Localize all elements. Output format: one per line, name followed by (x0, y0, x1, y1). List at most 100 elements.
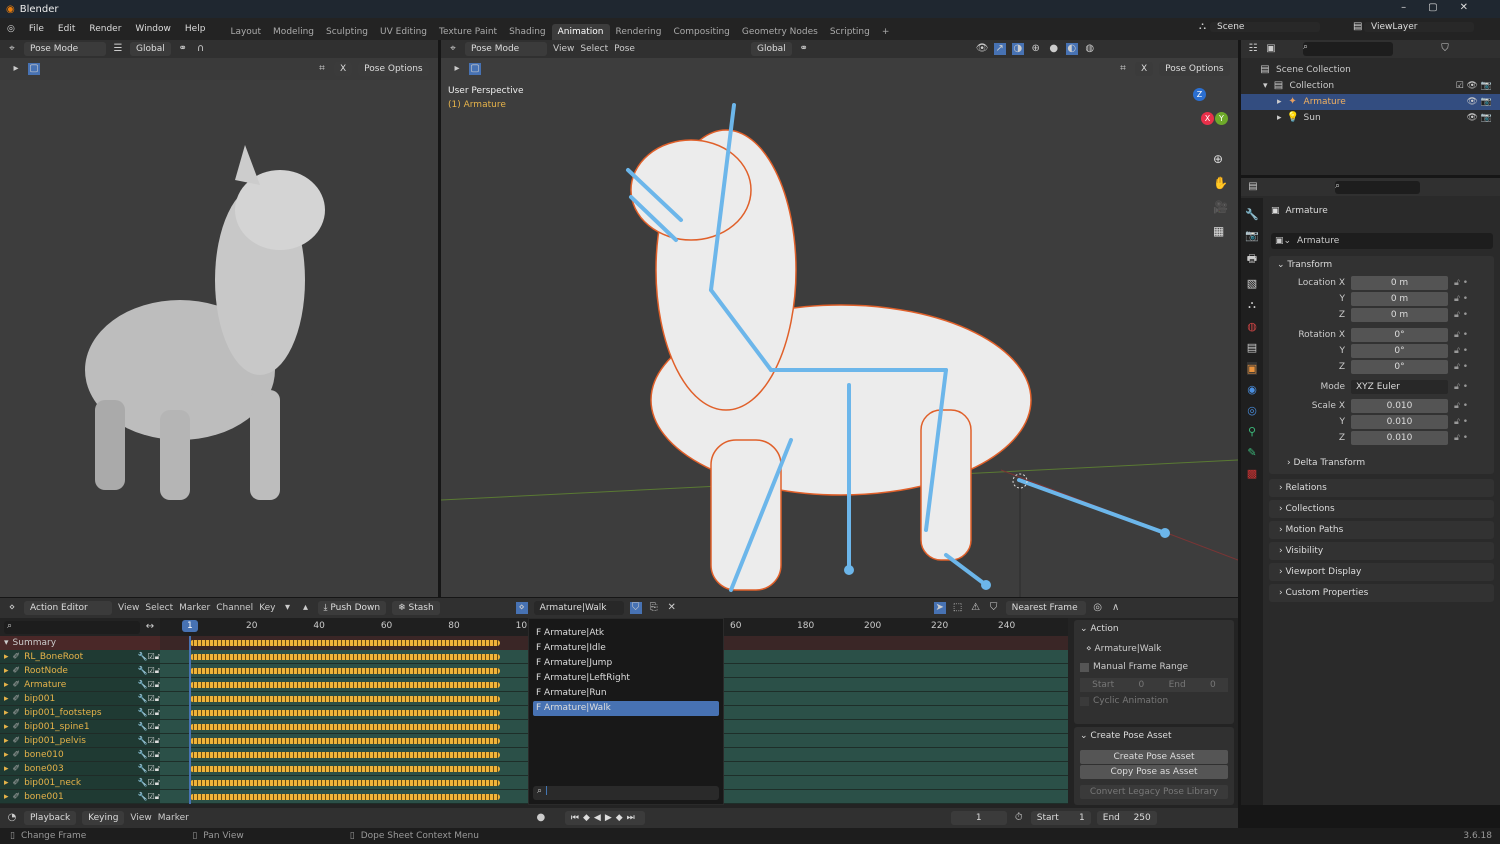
editor-type-icon[interactable]: ⋄ (6, 602, 18, 614)
channel-toggles[interactable]: 🔧☑🔓︎ (138, 722, 160, 732)
outliner-item-sun[interactable]: ▸ 💡 Sun 👁 📷 (1241, 110, 1500, 126)
gizmo-x-axis[interactable]: X (1201, 112, 1214, 125)
pin-icon[interactable]: ✐ (13, 778, 21, 788)
gizmo-icon[interactable]: ↗ (993, 43, 1006, 55)
channel-RootNode[interactable]: ▸ ✐ RootNode 🔧☑🔓︎ (0, 664, 160, 678)
editor-type-icon[interactable]: ⌖ (6, 43, 18, 55)
manual-frame-range-checkbox[interactable]: Manual Frame Range (1080, 662, 1228, 672)
orientation-dropdown[interactable]: Global (130, 42, 171, 56)
keyframe-strip[interactable] (190, 682, 501, 688)
section-relations[interactable]: › Relations (1269, 479, 1494, 497)
convert-legacy-pose-library-button[interactable]: Convert Legacy Pose Library (1080, 785, 1228, 799)
channel-toggles[interactable]: 🔧☑🔓︎ (138, 666, 160, 676)
filter-icon[interactable]: ⛉ (988, 602, 1000, 614)
menu-marker[interactable]: Marker (158, 813, 189, 823)
view-layer-tab-icon[interactable]: ▧ (1247, 277, 1257, 290)
lock-icon[interactable]: 🔓︎ • (1454, 310, 1468, 320)
blender-menu-icon[interactable]: ◎ (0, 24, 22, 34)
menu-render[interactable]: Render (82, 24, 128, 34)
lock-icon[interactable]: 🔓︎ • (1454, 382, 1468, 392)
transform-header[interactable]: ⌄ Transform (1269, 256, 1494, 274)
channel-bip001[interactable]: ▸ ✐ bip001 🔧☑🔓︎ (0, 692, 160, 706)
keyframe-strip[interactable] (190, 710, 501, 716)
lock-icon[interactable]: 🔓︎ • (1454, 401, 1468, 411)
menu-file[interactable]: File (22, 24, 51, 34)
menu-channel[interactable]: Channel (216, 603, 253, 613)
action-option[interactable]: F Armature|Idle (533, 641, 719, 656)
unlink-icon[interactable]: ✕ (666, 602, 678, 614)
keying-dropdown[interactable]: Keying (82, 811, 125, 825)
proportional-icon[interactable]: ◎ (1092, 602, 1104, 614)
tab-uv-editing[interactable]: UV Editing (374, 24, 433, 40)
record-icon[interactable]: ● (535, 812, 547, 824)
push-down-button[interactable]: ⤓ Push Down (317, 601, 387, 615)
create-pose-asset-header[interactable]: ⌄ Create Pose Asset (1080, 731, 1228, 741)
tool-tab-icon[interactable]: 🔧 (1245, 208, 1259, 221)
lock-icon[interactable]: 🔓︎ • (1454, 433, 1468, 443)
hamburger-icon[interactable]: ☰ (112, 43, 124, 55)
filter-view-icon[interactable]: ▣ (1265, 43, 1277, 55)
keyframe-strip[interactable] (190, 640, 501, 646)
select-mode-icon[interactable]: ▢ (469, 63, 481, 75)
outliner-item-collection[interactable]: ▾ ▤ Collection ☑ 👁 📷 (1241, 78, 1500, 94)
object-name-field[interactable]: ▣⌄ Armature (1271, 233, 1493, 249)
channel-toggles[interactable]: 🔧☑🔓︎ (138, 708, 160, 718)
action-search-input[interactable]: ⌕ | (533, 786, 719, 800)
channel-Armature[interactable]: ▸ ✐ Armature 🔧☑🔓︎ (0, 678, 160, 692)
menu-marker[interactable]: Marker (179, 603, 210, 613)
menu-pose[interactable]: Pose (614, 44, 635, 54)
collection-tab-icon[interactable]: ▤ (1247, 341, 1257, 354)
pin-icon[interactable]: ✐ (13, 652, 21, 662)
pose-options-dropdown[interactable]: Pose Options (358, 62, 429, 76)
section-viewport-display[interactable]: › Viewport Display (1269, 563, 1494, 581)
keyframe-strip[interactable] (190, 696, 501, 702)
keyframe-strip[interactable] (190, 752, 501, 758)
copy-pose-as-asset-button[interactable]: Copy Pose as Asset (1080, 765, 1228, 779)
viewlayer-selector[interactable]: ▤ ViewLayer (1346, 21, 1474, 33)
channel-search-input[interactable]: ⌕ (4, 620, 140, 634)
keyframe-strip[interactable] (190, 654, 501, 660)
outliner-item-armature[interactable]: ▸ ✦ Armature 👁 📷 (1241, 94, 1500, 110)
channel-bip001_spine1[interactable]: ▸ ✐ bip001_spine1 🔧☑🔓︎ (0, 720, 160, 734)
lock-icon[interactable]: 🔓︎ • (1454, 346, 1468, 356)
lock-icon[interactable]: 🔓︎ • (1454, 362, 1468, 372)
pivot-icon[interactable]: ⚭ (177, 43, 189, 55)
current-frame-field[interactable]: 1 (950, 811, 1007, 825)
lock-icon[interactable]: 🔓︎ • (1454, 330, 1468, 340)
channel-toggles[interactable]: 🔧☑🔓︎ (138, 736, 160, 746)
keyframe-strip[interactable] (190, 780, 501, 786)
tab-compositing[interactable]: Compositing (667, 24, 735, 40)
channel-toggles[interactable]: 🔧☑🔓︎ (138, 694, 160, 704)
pin-icon[interactable]: ✐ (13, 722, 21, 732)
bone-tab-icon[interactable]: ✎ (1247, 446, 1256, 459)
add-workspace-icon[interactable]: + (876, 24, 896, 40)
tab-geometry-nodes[interactable]: Geometry Nodes (736, 24, 824, 40)
errors-icon[interactable]: ⚠ (970, 602, 982, 614)
menu-help[interactable]: Help (178, 24, 213, 34)
gizmo-y-axis[interactable]: Y (1215, 112, 1228, 125)
action-option[interactable]: F Armature|Walk (533, 701, 719, 716)
mode-dropdown[interactable]: Pose Mode (24, 42, 106, 56)
menu-select[interactable]: Select (580, 44, 608, 54)
channel-bip001_pelvis[interactable]: ▸ ✐ bip001_pelvis 🔧☑🔓︎ (0, 734, 160, 748)
falloff-icon[interactable]: ∧ (1110, 602, 1122, 614)
menu-view[interactable]: View (553, 44, 574, 54)
action-option[interactable]: F Armature|Run (533, 686, 719, 701)
editor-type-icon[interactable]: ⌖ (447, 43, 459, 55)
properties-search-input[interactable]: ⌕ (1335, 180, 1420, 194)
select-tool-icon[interactable]: ▸ (451, 63, 463, 75)
pin-icon[interactable]: ✐ (13, 666, 21, 676)
timeline-editor-icon[interactable]: ◔ (6, 812, 18, 824)
tab-animation[interactable]: Animation (551, 24, 610, 40)
layer-up-icon[interactable]: ▴ (300, 602, 312, 614)
keyframe-strip[interactable] (190, 766, 501, 772)
rendered-shading-icon[interactable]: ◍ (1084, 43, 1096, 55)
outliner-item-scene-collection[interactable]: ▤ Scene Collection (1241, 62, 1500, 78)
tab-modeling[interactable]: Modeling (267, 24, 320, 40)
channel-toggles[interactable]: 🔧☑🔓︎ (138, 764, 160, 774)
keyframe-strip[interactable] (190, 724, 501, 730)
grid-icon[interactable]: ▦ (1213, 224, 1228, 238)
channel-bone010[interactable]: ▸ ✐ bone010 🔧☑🔓︎ (0, 748, 160, 762)
pin-icon[interactable]: ✐ (13, 764, 21, 774)
output-tab-icon[interactable]: 🖶 (1247, 250, 1257, 269)
